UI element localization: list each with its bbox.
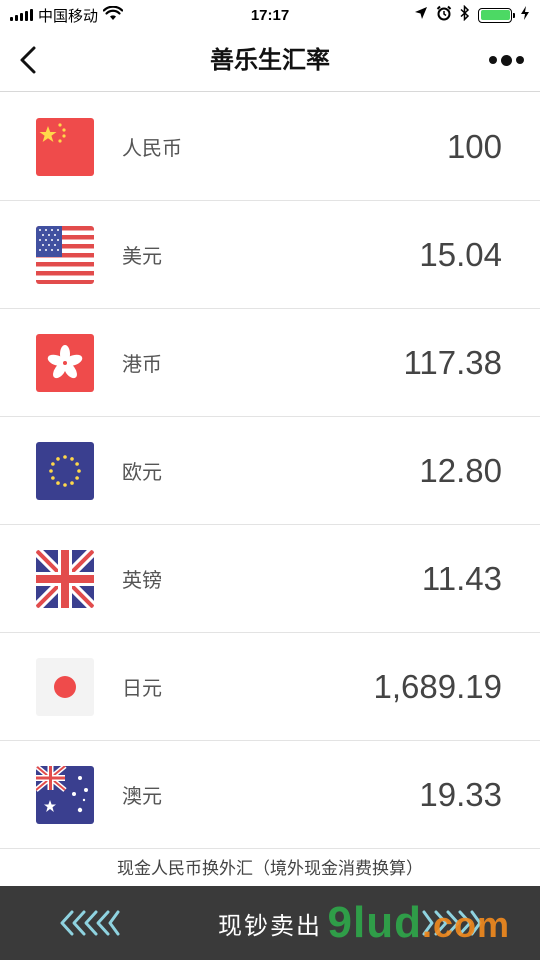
page-title: 善乐生汇率 (210, 47, 330, 74)
wifi-icon (102, 5, 124, 25)
more-button[interactable] (486, 48, 526, 72)
watermark-text: 9lud (327, 898, 422, 947)
currency-amount[interactable]: 100 (447, 128, 502, 166)
cash-sell-label[interactable]: 现钞卖出 (218, 906, 322, 941)
more-dots-icon-center (500, 54, 512, 66)
status-left: 中国移动 (0, 5, 124, 26)
currency-amount[interactable]: 12.80 (419, 452, 502, 490)
currency-name: 欧元 (122, 462, 162, 484)
australia-flag-icon (36, 765, 94, 824)
currency-row-gbp[interactable]: 英镑 11.43 (0, 525, 540, 633)
more-dots-icon (488, 56, 497, 64)
currency-amount[interactable]: 15.04 (419, 236, 502, 274)
currency-row-cny[interactable]: 人民币 100 (0, 93, 540, 201)
currency-name: 日元 (122, 678, 162, 700)
signal-icon (10, 9, 33, 21)
currency-amount[interactable]: 19.33 (419, 776, 502, 814)
alarm-icon (436, 5, 452, 25)
bluetooth-icon (460, 4, 470, 25)
currency-name: 澳元 (122, 786, 162, 808)
currency-row-usd[interactable]: 美元 15.04 (0, 201, 540, 309)
currency-list: 人民币 100 美元 15.04 港币 117.38 欧元 12.80 英镑 1… (0, 93, 540, 849)
watermark-logo: 9lud.com (328, 898, 510, 948)
battery-icon (478, 7, 515, 23)
currency-amount[interactable]: 11.43 (422, 560, 502, 598)
usa-flag-icon (36, 225, 94, 284)
watermark-suffix: .com (421, 904, 510, 945)
currency-name: 美元 (122, 246, 162, 268)
footer-note: 现金人民币换外汇（境外现金消费换算） (117, 859, 423, 878)
japan-flag-icon (36, 657, 94, 716)
location-icon (414, 6, 428, 24)
currency-row-hkd[interactable]: 港币 117.38 (0, 309, 540, 417)
hongkong-flag-icon (36, 333, 94, 392)
currency-name: 英镑 (122, 570, 162, 592)
china-flag-icon (36, 117, 94, 176)
currency-amount[interactable]: 117.38 (404, 344, 502, 382)
currency-row-jpy[interactable]: 日元 1,689.19 (0, 633, 540, 741)
status-bar: 中国移动 17:17 (0, 0, 540, 30)
currency-amount[interactable]: 1,689.19 (374, 668, 502, 706)
carrier-label: 中国移动 (38, 7, 99, 25)
currency-row-aud[interactable]: 澳元 19.33 (0, 741, 540, 849)
arrow-left-icon[interactable] (60, 886, 120, 960)
currency-name: 人民币 (122, 138, 182, 160)
currency-row-eur[interactable]: 欧元 12.80 (0, 417, 540, 525)
eu-flag-icon (36, 441, 94, 500)
more-dots-icon-right (515, 56, 524, 64)
uk-flag-icon (36, 549, 94, 608)
status-right (414, 4, 540, 25)
currency-name: 港币 (122, 354, 162, 376)
nav-bar: 善乐生汇率 (0, 30, 540, 92)
charging-icon (520, 5, 530, 25)
